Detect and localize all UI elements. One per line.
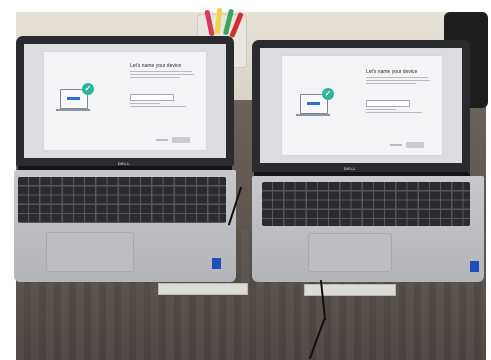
name-field-illustration [67,97,80,100]
hint-line [130,103,160,104]
keyboard [262,182,470,226]
photo-scene: ✓ Let's name your device DELL ✓ Let's na… [0,0,491,360]
skip-link[interactable] [156,139,168,141]
setup-heading: Let's name your device [366,69,418,75]
dell-logo: DELL [118,161,131,166]
description-line [130,74,194,75]
device-name-input[interactable] [366,100,410,107]
keyboard [18,177,226,223]
setup-window: ✓ Let's name your device [282,56,442,155]
touchpad [46,232,134,272]
laptop-stand [304,284,396,296]
hint-line [366,109,396,110]
setup-window: ✓ Let's name your device [44,52,206,150]
description-line [130,77,180,78]
laptop-stand [158,283,248,295]
laptop-illustration-base [296,114,330,116]
skip-link[interactable] [390,144,402,146]
device-name-input[interactable] [130,94,174,101]
check-icon: ✓ [322,88,334,100]
intel-sticker [212,258,221,269]
name-field-illustration [307,102,320,105]
description-line [130,71,192,72]
hint-line [130,106,186,107]
next-button[interactable] [172,137,190,143]
intel-sticker [470,261,479,272]
check-icon: ✓ [82,83,94,95]
hint-line [366,112,422,113]
laptop-screen: ✓ Let's name your device [24,44,226,158]
description-line [366,80,430,81]
dell-logo: DELL [344,166,357,171]
laptop-illustration-base [56,109,90,111]
touchpad [308,233,392,272]
laptop-screen: ✓ Let's name your device [260,48,462,163]
next-button[interactable] [406,142,424,148]
description-line [366,83,416,84]
setup-heading: Let's name your device [130,63,182,69]
description-line [366,77,428,78]
